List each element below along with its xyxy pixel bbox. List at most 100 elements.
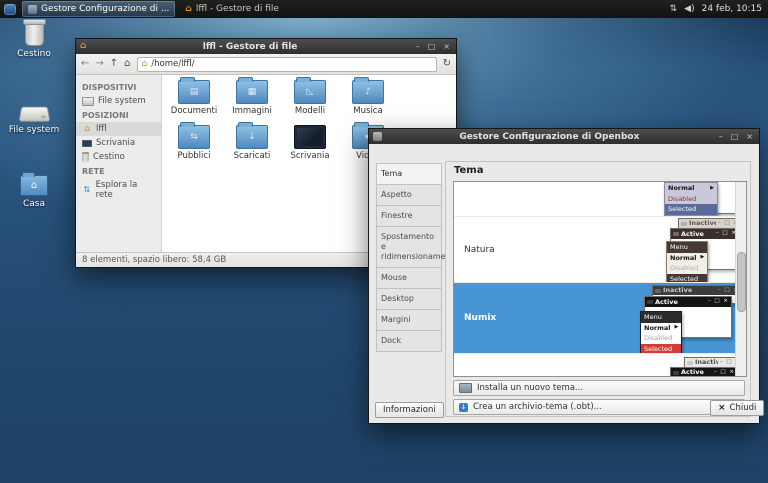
- reload-button[interactable]: ↻: [443, 59, 451, 69]
- page-title: Tema: [454, 165, 483, 176]
- applications-menu-icon: [4, 4, 16, 15]
- system-tray: ⇅ ◀) 24 feb, 10:15: [670, 4, 768, 14]
- menu-item-label: Normal: [670, 255, 697, 262]
- menu-item-label: Disabled: [644, 335, 672, 342]
- tab-margini[interactable]: Margini: [377, 309, 441, 330]
- folder-scaricati[interactable]: ↓ Scaricati: [223, 125, 281, 169]
- scrollbar-thumb[interactable]: [737, 252, 746, 312]
- sidebar-item-file-system[interactable]: File system: [76, 94, 161, 108]
- folder-name: Scrivania: [281, 151, 339, 161]
- minimize-button[interactable]: –: [717, 129, 725, 144]
- folder-name: Immagini: [223, 106, 281, 116]
- openbox-tab-list: Tema Aspetto Finestre Spostamento e ridi…: [376, 163, 442, 352]
- theme-row-natura[interactable]: Natura Inactive– □ × Active– □ × Menu No…: [454, 216, 746, 282]
- informazioni-label: Informazioni: [383, 405, 436, 415]
- clock[interactable]: 24 feb, 10:15: [702, 4, 762, 14]
- home-button[interactable]: ⌂: [124, 59, 130, 69]
- informazioni-button[interactable]: Informazioni: [375, 402, 444, 418]
- chiudi-button[interactable]: × Chiudi: [710, 400, 764, 416]
- network-icon[interactable]: ⇅: [670, 4, 678, 14]
- mini-window-controls: – □ ×: [708, 299, 729, 305]
- path-bar[interactable]: ⌂ /home/lffl/: [137, 57, 437, 72]
- mini-window-icon: [655, 289, 661, 293]
- folder-scrivania[interactable]: Scrivania: [281, 125, 339, 169]
- network-icon: ⇅: [82, 186, 92, 194]
- mini-window-icon: [687, 361, 693, 365]
- folder-immagini[interactable]: ▦ Immagini: [223, 80, 281, 124]
- tab-desktop[interactable]: Desktop: [377, 288, 441, 309]
- desktop-icon-casa[interactable]: ⌂ Casa: [4, 168, 64, 209]
- folder-pubblici[interactable]: ⇆ Pubblici: [165, 125, 223, 169]
- desktop-icon: [82, 140, 92, 147]
- sidebar-item-esplora-la-rete[interactable]: ⇅ Esplora la rete: [76, 178, 161, 202]
- template-emblem-icon: ◺: [307, 88, 314, 97]
- tab-aspetto[interactable]: Aspetto: [377, 184, 441, 205]
- theme-row-numix[interactable]: Numix Inactive– □ × Active– □ × Menu Nor…: [454, 282, 746, 353]
- close-button[interactable]: ×: [744, 129, 755, 144]
- mini-window-title: Active: [681, 231, 714, 238]
- theme-list-scrollbar[interactable]: [735, 182, 746, 376]
- tab-mouse[interactable]: Mouse: [377, 267, 441, 288]
- openbox-titlebar[interactable]: Gestore Configurazione di Openbox – □ ×: [369, 129, 759, 144]
- window-title: Gestore Configurazione di Openbox: [386, 132, 713, 142]
- folder-musica[interactable]: ♪ Musica: [339, 80, 397, 124]
- tab-spostamento[interactable]: Spostamento e ridimensionamento: [377, 226, 441, 267]
- trash-icon: [25, 22, 44, 46]
- folder-icon: ↓: [236, 125, 268, 149]
- back-button[interactable]: ←: [81, 59, 89, 69]
- close-x-icon: ×: [718, 403, 726, 413]
- sidebar-item-scrivania[interactable]: Scrivania: [76, 136, 161, 150]
- forward-button[interactable]: →: [95, 59, 103, 69]
- maximize-button[interactable]: □: [426, 39, 438, 54]
- folder-documenti[interactable]: ▤ Documenti: [165, 80, 223, 124]
- close-button[interactable]: ×: [441, 39, 452, 54]
- menu-item-menu: Menu: [667, 242, 707, 253]
- home-folder-icon: ⌂: [20, 175, 48, 196]
- taskbar-button-openbox-config[interactable]: Gestore Configurazione di ...: [22, 1, 175, 17]
- theme-preview-menu: Normal▶ Disabled Selected: [664, 182, 718, 216]
- sidebar-item-label: Esplora la rete: [96, 180, 155, 200]
- mini-window-icon: [647, 300, 653, 304]
- desktop-icon-file-system[interactable]: File system: [4, 94, 64, 135]
- filemanager-titlebar[interactable]: ⌂ lffl - Gestore di file – □ ×: [76, 39, 456, 54]
- install-theme-button[interactable]: Installa un nuovo tema...: [453, 380, 745, 396]
- image-emblem-icon: ▦: [248, 88, 257, 97]
- folder-name: Pubblici: [165, 151, 223, 161]
- hard-drive-icon: [18, 107, 50, 122]
- folder-modelli[interactable]: ◺ Modelli: [281, 80, 339, 124]
- tab-tema[interactable]: Tema: [377, 164, 441, 184]
- menu-item-disabled: Disabled: [641, 333, 681, 344]
- desktop-icon-label: File system: [4, 125, 64, 135]
- theme-name: Numix: [464, 313, 496, 323]
- menu-item-menu: Menu: [641, 312, 681, 323]
- applications-menu-button[interactable]: [0, 0, 20, 18]
- folder-icon: ♪: [352, 80, 384, 104]
- tab-dock[interactable]: Dock: [377, 330, 441, 351]
- mini-window-title: Inactive: [663, 287, 716, 294]
- taskbar-button-file-manager[interactable]: ⌂ lffl - Gestore di file: [179, 1, 285, 17]
- sidebar-item-cestino[interactable]: Cestino: [76, 150, 161, 164]
- openbox-window-icon: [373, 132, 382, 141]
- mini-window-icon: [681, 222, 687, 226]
- home-glyph: ⌂: [31, 180, 37, 191]
- tab-finestre[interactable]: Finestre: [377, 205, 441, 226]
- mini-window-title: Inactive: [695, 359, 718, 366]
- folder-icon: ⇆: [178, 125, 210, 149]
- sidebar-item-label: Scrivania: [96, 138, 135, 148]
- theme-row-partial-top[interactable]: Normal▶ Disabled Selected: [454, 182, 746, 216]
- minimize-button[interactable]: –: [414, 39, 422, 54]
- desktop-icon-cestino[interactable]: Cestino: [4, 18, 64, 59]
- share-emblem-icon: ⇆: [190, 133, 198, 142]
- menu-item-label: Disabled: [668, 196, 696, 203]
- theme-row-partial-bottom[interactable]: Inactive– □ × Active– □ ×: [454, 353, 746, 377]
- volume-icon[interactable]: ◀): [684, 4, 694, 14]
- folder-icon: ▦: [236, 80, 268, 104]
- sidebar-item-lffl[interactable]: ⌂ lffl: [76, 122, 161, 136]
- maximize-button[interactable]: □: [729, 129, 741, 144]
- create-theme-archive-button[interactable]: ↓ Crea un archivio-tema (.obt)...: [453, 399, 745, 415]
- up-button[interactable]: ↑: [110, 59, 118, 69]
- folder-name: Scaricati: [223, 151, 281, 161]
- menu-item-selected: Selected: [641, 344, 681, 354]
- menu-item-label: Normal: [644, 325, 671, 332]
- sidebar-header-network: RETE: [76, 164, 161, 178]
